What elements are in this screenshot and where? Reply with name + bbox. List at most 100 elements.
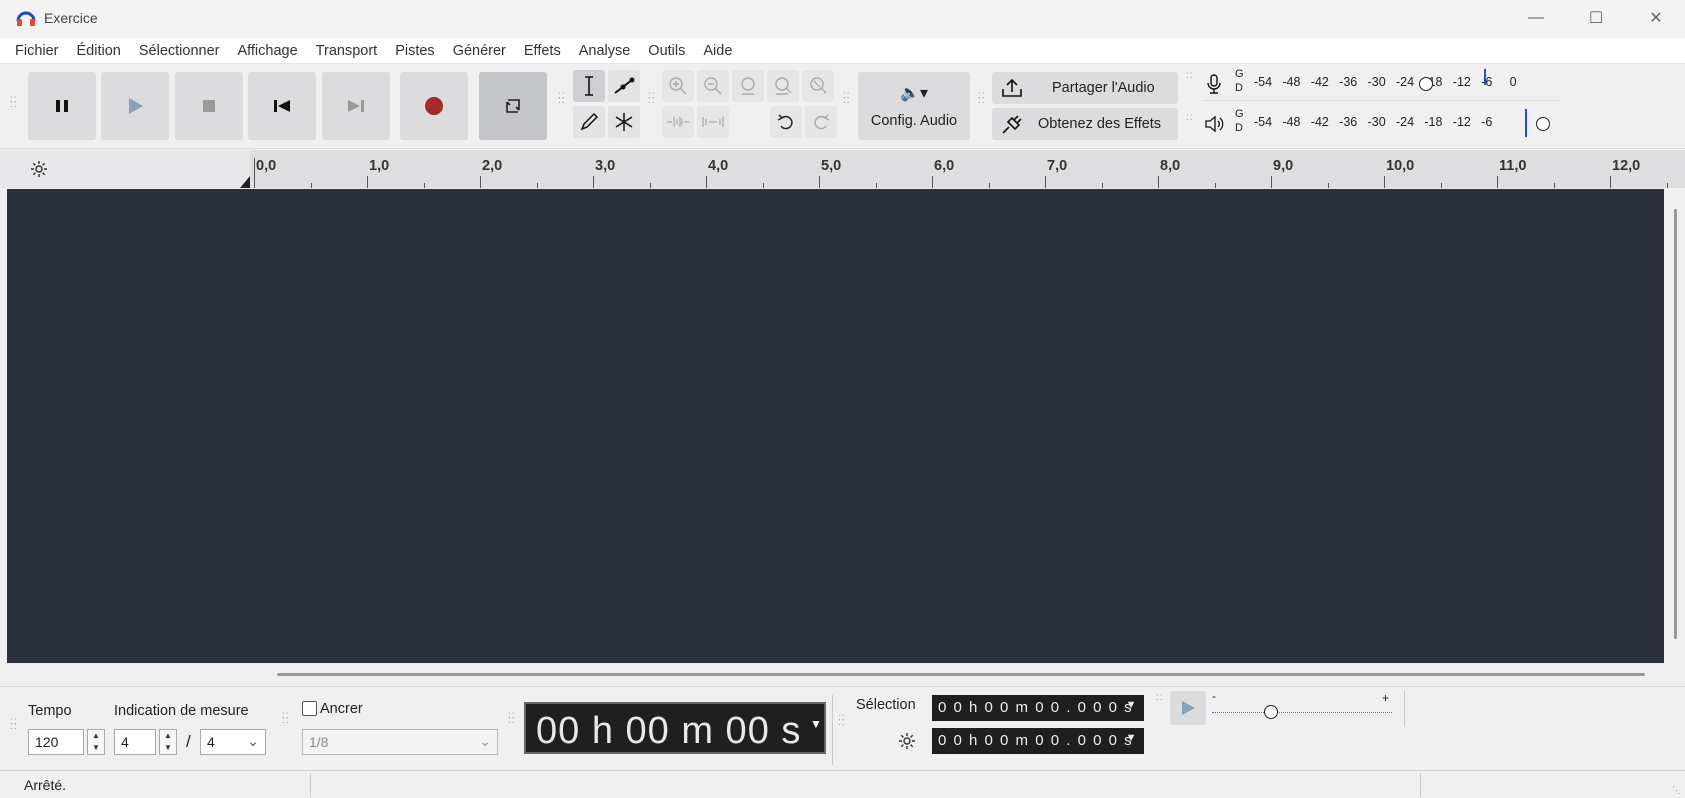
timeline-ruler[interactable]: 0,0 1,0 2,0 3,0 4,0 5,0 6,0 7,0 8,0 9,0 10,0 11,0 12…	[250, 150, 1685, 188]
snap-grip[interactable]: ::::	[282, 711, 290, 726]
maximize-button[interactable]: ☐	[1568, 0, 1624, 36]
ruler-label: 5,0	[821, 158, 842, 174]
get-effects-button[interactable]: Obtenez des Effets	[992, 108, 1178, 140]
toolbar-grip[interactable]: ::::	[10, 95, 18, 110]
selection-end-time[interactable]: 0 0 h 0 0 m 0 0 . 0 0 0 s ▼	[932, 728, 1144, 754]
stop-button[interactable]	[175, 72, 243, 140]
menu-outils[interactable]: Outils	[639, 43, 694, 59]
menu-aide[interactable]: Aide	[694, 43, 741, 59]
time-signature-lower-select[interactable]: 4 ⌄	[200, 729, 266, 755]
time-signature-grip[interactable]: ::::	[10, 717, 18, 732]
menu-generer[interactable]: Générer	[444, 43, 515, 59]
menu-edition[interactable]: Édition	[68, 43, 130, 59]
redo-icon	[814, 114, 830, 130]
zoom-out-button[interactable]	[697, 70, 729, 102]
horizontal-scrollbar[interactable]	[7, 663, 1664, 685]
draw-tool-button[interactable]	[573, 106, 605, 138]
meter-scale-label: -54	[1254, 115, 1273, 129]
selection-grip[interactable]: ::::	[838, 713, 846, 728]
play-icon	[1182, 701, 1195, 715]
undo-icon	[777, 114, 793, 130]
multi-tool-button[interactable]	[608, 106, 640, 138]
track-area[interactable]	[7, 189, 1664, 663]
share-audio-button[interactable]: Partager l'Audio	[992, 72, 1178, 104]
vertical-scrollbar[interactable]	[1667, 189, 1685, 663]
ruler-left-panel	[0, 150, 250, 188]
menu-transport[interactable]: Transport	[307, 43, 387, 59]
zoom-in-button[interactable]	[662, 70, 694, 102]
record-gain-slider[interactable]	[1419, 77, 1433, 91]
vertical-scrollbar-thumb[interactable]	[1674, 209, 1677, 639]
silence-audio-icon	[702, 117, 724, 127]
timeline-settings-button[interactable]	[22, 154, 56, 184]
audio-setup-grip[interactable]: ::::	[843, 91, 851, 106]
speaker-meter-icon	[1205, 115, 1224, 133]
meter-scale-label: -18	[1424, 115, 1443, 129]
play-icon	[129, 98, 143, 114]
multi-tool-icon	[615, 113, 633, 131]
time-signature-label: Indication de mesure	[114, 703, 249, 719]
play-speed-track[interactable]	[1212, 712, 1392, 713]
menu-analyse[interactable]: Analyse	[570, 43, 640, 59]
undo-button[interactable]	[770, 106, 802, 138]
snap-checkbox[interactable]	[302, 701, 317, 716]
resize-grip-icon[interactable]: ⋱	[1672, 785, 1681, 796]
close-button[interactable]: ✕	[1628, 0, 1684, 36]
record-meter-grip[interactable]: ::	[1186, 71, 1194, 81]
menu-effets[interactable]: Effets	[515, 43, 570, 59]
share-grip[interactable]: ::::	[978, 91, 986, 106]
selection-end-dropdown-icon[interactable]: ▼	[1126, 732, 1138, 744]
selection-tool-button[interactable]	[573, 70, 605, 102]
envelope-tool-button[interactable]	[608, 70, 640, 102]
selection-start-time[interactable]: 0 0 h 0 0 m 0 0 . 0 0 0 s ▼	[932, 695, 1144, 721]
time-format-dropdown-icon[interactable]: ▼	[810, 717, 822, 731]
ruler-label: 2,0	[482, 158, 503, 174]
record-meter[interactable]: G D -54 -48 -42 -36 -30 -24 -18 -12 -6 0	[1202, 67, 1560, 101]
time-signature-upper-spinner[interactable]: ▲ ▼	[159, 729, 177, 755]
ruler-minor-tick	[310, 183, 312, 188]
playback-meter[interactable]: G D -54-48-42-36-30-24-18-12-60	[1202, 107, 1560, 141]
redo-button[interactable]	[805, 106, 837, 138]
ruler-label: 8,0	[1160, 158, 1181, 174]
gear-icon	[31, 161, 47, 177]
time-signature-upper-input[interactable]: 4	[114, 729, 156, 755]
play-meter-grip[interactable]: ::	[1186, 113, 1194, 123]
record-button[interactable]	[400, 72, 468, 140]
playhead-start-marker	[240, 176, 250, 188]
skip-to-start-button[interactable]	[248, 72, 316, 140]
audio-setup-button[interactable]: 🔈▾ Config. Audio	[858, 72, 970, 140]
fit-project-button[interactable]	[767, 70, 799, 102]
ruler-major-tick	[1610, 176, 1611, 188]
play-at-speed-grip[interactable]: ::	[1156, 693, 1164, 703]
snap-select[interactable]: 1/8 ⌄	[302, 729, 498, 755]
edit-grip[interactable]: ::::	[648, 91, 656, 106]
time-grip[interactable]: ::::	[508, 711, 516, 726]
tempo-spinner[interactable]: ▲ ▼	[87, 729, 105, 755]
selection-settings-button[interactable]	[892, 727, 922, 755]
pause-button[interactable]	[28, 72, 96, 140]
menu-selectionner[interactable]: Sélectionner	[130, 43, 229, 59]
loop-button[interactable]	[479, 72, 547, 140]
horizontal-scrollbar-thumb[interactable]	[277, 673, 1645, 676]
skip-to-end-button[interactable]	[322, 72, 390, 140]
ruler-label: 9,0	[1273, 158, 1294, 174]
menu-affichage[interactable]: Affichage	[228, 43, 306, 59]
ruler-label: 3,0	[595, 158, 616, 174]
play-speed-slider-thumb[interactable]	[1264, 705, 1278, 719]
fit-selection-button[interactable]	[732, 70, 764, 102]
time-display[interactable]: 00 h 00 m 00 s	[524, 702, 826, 754]
tempo-input[interactable]: 120	[28, 729, 84, 755]
menu-fichier[interactable]: Fichier	[6, 43, 68, 59]
selection-start-dropdown-icon[interactable]: ▼	[1126, 699, 1138, 711]
toolbar-divider	[832, 695, 833, 765]
play-channel-right-label: D	[1235, 122, 1243, 134]
trim-audio-button[interactable]	[662, 106, 694, 138]
zoom-toggle-button[interactable]	[802, 70, 834, 102]
menu-pistes[interactable]: Pistes	[386, 43, 444, 59]
play-at-speed-button[interactable]	[1170, 691, 1206, 725]
silence-audio-button[interactable]	[697, 106, 729, 138]
tools-grip[interactable]: ::::	[558, 91, 566, 106]
minimize-button[interactable]: —	[1508, 0, 1564, 36]
play-button[interactable]	[101, 72, 169, 140]
playback-volume-slider[interactable]	[1536, 117, 1550, 131]
